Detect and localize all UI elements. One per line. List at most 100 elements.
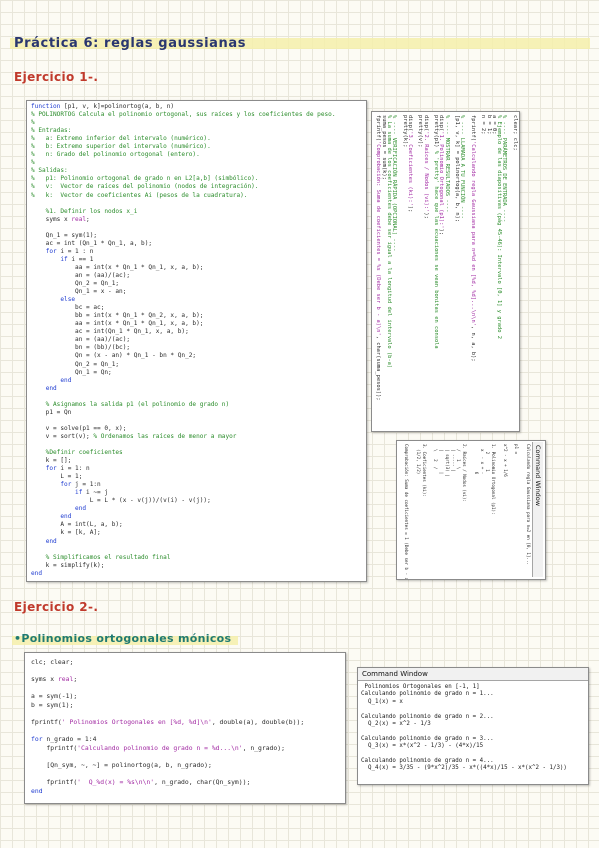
code-token: [Qn_sym, ~, ~] = polinortog(a, b, n_grad… xyxy=(31,761,212,770)
output-line: 2. Raíces / Nodos (vi): xyxy=(462,444,468,502)
script-code: clear; clc; % ---- PARÁMETROS DE ENTRADA… xyxy=(375,115,519,427)
code-token: '1. Polinomio Ortogonal (p1):' xyxy=(438,131,445,229)
code-token: % Salidas: xyxy=(31,167,68,175)
code-token: end xyxy=(60,513,72,521)
code-token: ac = int (Qn_1 * Qn_1, a, b); xyxy=(31,239,153,247)
code-token: 'Calculando polinomio de grado n = %d...… xyxy=(77,743,243,752)
code-token: j = 1:n xyxy=(71,481,101,489)
output-line: (1/2, 1/2) xyxy=(415,444,421,475)
monic-code-box: clc; clear; syms x real; a = sym(-1); b … xyxy=(24,652,346,804)
output-line: x^2 - x + 1/6 xyxy=(502,444,508,477)
output-line: Calculando polinomio de grado n = 2... xyxy=(361,713,494,720)
code-token: % n: Grado del polinomio ortogonal (ente… xyxy=(31,151,200,159)
code-token: aa = int(x * Qn_1 * Qn_1, x, a, b); xyxy=(31,320,204,328)
code-token: % k: Vector de coeficientes Ai (pesos de… xyxy=(31,191,248,199)
code-token: for xyxy=(60,481,72,489)
code-token: n = 2; xyxy=(480,115,487,135)
output-line: Comprobación: Suma de coeficientes = 1 (… xyxy=(404,444,410,580)
code-token: k = [k, A]; xyxy=(31,529,101,537)
code-token: k = simplify(k); xyxy=(31,561,105,569)
code-token: 'Calculando regla Gaussiana para n=%d en… xyxy=(470,140,476,326)
code-token: % v: Vector de raíces del polinomio (nod… xyxy=(31,183,259,191)
code-token: for xyxy=(45,465,57,473)
code-token: ); xyxy=(422,212,429,219)
output-line: p1 = xyxy=(514,444,520,455)
code-token: % ---- PARÁMETROS DE ENTRADA ---- xyxy=(501,115,508,223)
monic-heading: •Polinomios ortogonales mónicos xyxy=(14,632,232,645)
code-token: , double(a), double(b)); xyxy=(211,718,305,727)
code-token: % xyxy=(31,159,35,167)
code-token: %1. Definir los nodos x_i xyxy=(31,207,138,215)
code-token: fprintf( xyxy=(470,115,476,141)
code-token: ; xyxy=(73,675,78,684)
output-line: | sqrt(3) | xyxy=(444,444,450,477)
code-token: % Asignamos la salida p1 (el polinomio d… xyxy=(31,400,230,408)
output-line: Calculando polinomio de grado n = 1... xyxy=(361,691,494,698)
code-token: real xyxy=(57,675,74,684)
code-token: v = solve(p1 == 0, x); xyxy=(31,424,127,432)
code-token: % a: Extremo inferior del intervalo (num… xyxy=(31,135,211,143)
code-token: % p1: Polinomio ortogonal de grado n en … xyxy=(31,175,259,183)
code-token: b = sym(1); xyxy=(31,700,74,709)
code-token: bn = (bb)/(bc); xyxy=(31,344,131,352)
code-token: ); xyxy=(407,205,413,213)
code-token: % Entradas: xyxy=(31,127,72,135)
code-token: ; xyxy=(86,215,90,223)
code-token: ac = int(Qn_1 * Qn_1, x, a, b); xyxy=(31,328,189,336)
code-token: suma_pesos = sum(k); xyxy=(380,115,387,180)
small-command-window: Command Window Calculando regla Gaussian… xyxy=(396,440,546,580)
script-code-box: clear; clc; % ---- PARÁMETROS DE ENTRADA… xyxy=(371,111,520,432)
exercise1-heading: Ejercicio 1-. xyxy=(14,70,99,84)
code-token: , n, a, b); xyxy=(470,325,476,362)
code-token: for xyxy=(45,247,57,255)
output-line: Q_4(x) = 3/35 - (9*x^2)/35 - x*((4*x)/15… xyxy=(361,765,567,772)
code-token: fprintf( xyxy=(31,743,78,752)
command-window-title: Command Window xyxy=(358,668,588,681)
output-line: Q_2(x) = x^2 - 1/3 xyxy=(361,721,431,728)
code-token: disp( xyxy=(407,115,413,132)
code-token: % ---- MOSTRAR RESULTADOS ---- xyxy=(443,115,450,213)
code-token: i == 1 xyxy=(67,255,94,263)
code-token: disp( xyxy=(438,115,445,132)
code-token: [p1, v, k]=polinortog(a, b, n) xyxy=(60,103,175,110)
code-token: Qn_1 = x - an; xyxy=(31,288,127,296)
code-token: A = int(L, a, b); xyxy=(31,521,123,529)
function-code: function [p1, v, k]=polinortog(a, b, n) … xyxy=(27,101,366,580)
output-line: | ----- | xyxy=(450,444,456,472)
code-token: %Definir coeficientes xyxy=(31,449,123,457)
code-token: an = (aa)/(ac); xyxy=(31,271,131,279)
code-token: n_grado = 1:4 xyxy=(42,735,97,744)
output-line: / 1 \ xyxy=(456,444,462,470)
code-token: bb = int(x * Qn_1 * Qn_2, x, a, b); xyxy=(31,312,204,320)
small-command-window-output: Calculando regla Gaussiana para n=2 en [… xyxy=(402,442,532,580)
code-token: Qn_1 = Qn; xyxy=(31,368,112,376)
code-token: '2. Raíces / Nodos (vi):' xyxy=(422,131,429,213)
code-token: function xyxy=(31,103,61,110)
code-token: syms x xyxy=(31,675,58,684)
output-line: Calculando polinomio de grado n = 4... xyxy=(361,758,494,765)
code-token: % POLINORTOG Calcula el polinomio ortogo… xyxy=(31,111,336,119)
output-line: | | xyxy=(439,444,445,475)
code-token: Qn_1 = sym(1); xyxy=(31,231,98,239)
code-token: for xyxy=(31,735,43,744)
code-token: , n_grado, char(Qn_sym)); xyxy=(154,778,251,787)
code-token: end xyxy=(45,537,57,545)
output-line: Calculando polinomio de grado n = 3... xyxy=(361,735,494,742)
exercise2-heading: Ejercicio 2-. xyxy=(14,600,99,614)
code-token: ' Polinomios Ortogonales en [%d, %d]\n' xyxy=(61,718,212,727)
code-token: end xyxy=(60,376,72,384)
code-token: real xyxy=(71,215,87,223)
code-token: Qn_2 = Qn_1; xyxy=(31,360,120,368)
small-command-window-title: Command Window xyxy=(532,442,543,577)
code-token: [p1, v, k] = polinortog(a, b, n); xyxy=(454,115,461,223)
